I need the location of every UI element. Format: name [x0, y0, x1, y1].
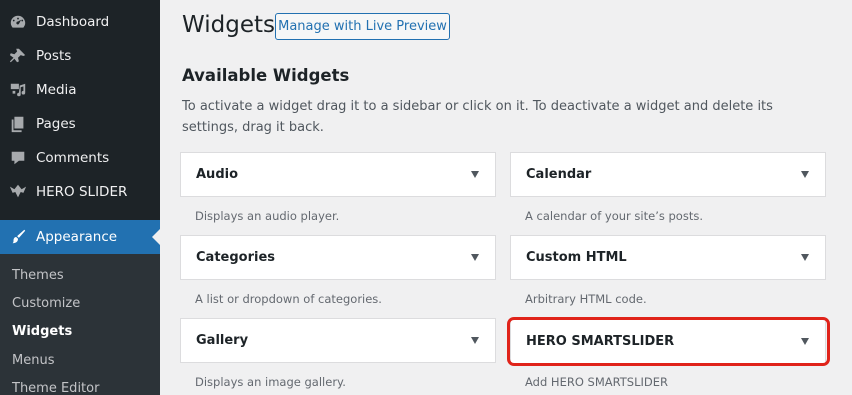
caret-down-icon[interactable] [471, 337, 479, 344]
sidebar-item-appearance[interactable]: Appearance [0, 220, 160, 254]
sidebar-item-label: HERO SLIDER [36, 184, 128, 200]
sidebar-item-label: Posts [36, 48, 72, 64]
live-preview-button[interactable]: Manage with Live Preview [275, 13, 450, 40]
sidebar-item-hero-slider[interactable]: HERO SLIDER [0, 175, 160, 209]
widget-custom-html[interactable]: Custom HTML [510, 235, 826, 280]
widget-title: Gallery [196, 333, 249, 348]
sidebar-item-posts[interactable]: Posts [0, 39, 160, 73]
media-icon [8, 80, 28, 100]
widget-categories[interactable]: Categories [180, 235, 496, 280]
widget-description: Arbitrary HTML code. [525, 292, 647, 306]
caret-down-icon[interactable] [801, 254, 809, 261]
submenu-item-themes[interactable]: Themes [12, 268, 64, 283]
caret-down-icon[interactable] [471, 254, 479, 261]
caret-down-icon[interactable] [471, 171, 479, 178]
pin-icon [8, 46, 28, 66]
active-indicator [152, 229, 160, 245]
widget-description: Displays an image gallery. [195, 375, 346, 389]
appearance-submenu: Themes Customize Widgets Menus Theme Edi… [0, 254, 160, 395]
sidebar-item-pages[interactable]: Pages [0, 107, 160, 141]
sidebar-item-label: Pages [36, 116, 76, 132]
widget-description: A list or dropdown of categories. [195, 292, 382, 306]
sidebar-item-label: Comments [36, 150, 110, 166]
sidebar-item-media[interactable]: Media [0, 73, 160, 107]
hero-slider-icon [8, 182, 28, 202]
submenu-item-customize[interactable]: Customize [12, 296, 80, 311]
widget-gallery[interactable]: Gallery [180, 318, 496, 363]
highlight-box [507, 317, 830, 366]
widget-description: Displays an audio player. [195, 209, 340, 223]
dashboard-icon [8, 12, 28, 32]
sidebar-item-label: Appearance [36, 229, 118, 245]
sidebar-item-comments[interactable]: Comments [0, 141, 160, 175]
widget-title: Audio [196, 167, 239, 182]
widget-title: Categories [196, 250, 276, 265]
admin-sidebar: Dashboard Posts Media Pages Comments HER… [0, 0, 160, 395]
submenu-item-menus[interactable]: Menus [12, 353, 54, 368]
sidebar-item-dashboard[interactable]: Dashboard [0, 5, 160, 39]
page-title: Widgets [182, 12, 275, 38]
sidebar-item-label: Media [36, 82, 77, 98]
widget-title: Calendar [526, 167, 592, 182]
sidebar-item-label: Dashboard [36, 14, 110, 30]
available-widgets-description: To activate a widget drag it to a sideba… [182, 99, 773, 135]
brush-icon [8, 227, 28, 247]
widget-description: A calendar of your site’s posts. [525, 209, 703, 223]
caret-down-icon[interactable] [801, 171, 809, 178]
widget-description: Add HERO SMARTSLIDER [525, 375, 669, 389]
pages-icon [8, 114, 28, 134]
widget-calendar[interactable]: Calendar [510, 152, 826, 197]
comment-icon [8, 148, 28, 168]
widget-title: Custom HTML [526, 250, 627, 265]
submenu-item-widgets[interactable]: Widgets [12, 324, 72, 339]
widget-audio[interactable]: Audio [180, 152, 496, 197]
available-widgets-title: Available Widgets [182, 66, 350, 85]
submenu-item-theme-editor[interactable]: Theme Editor [12, 381, 99, 395]
